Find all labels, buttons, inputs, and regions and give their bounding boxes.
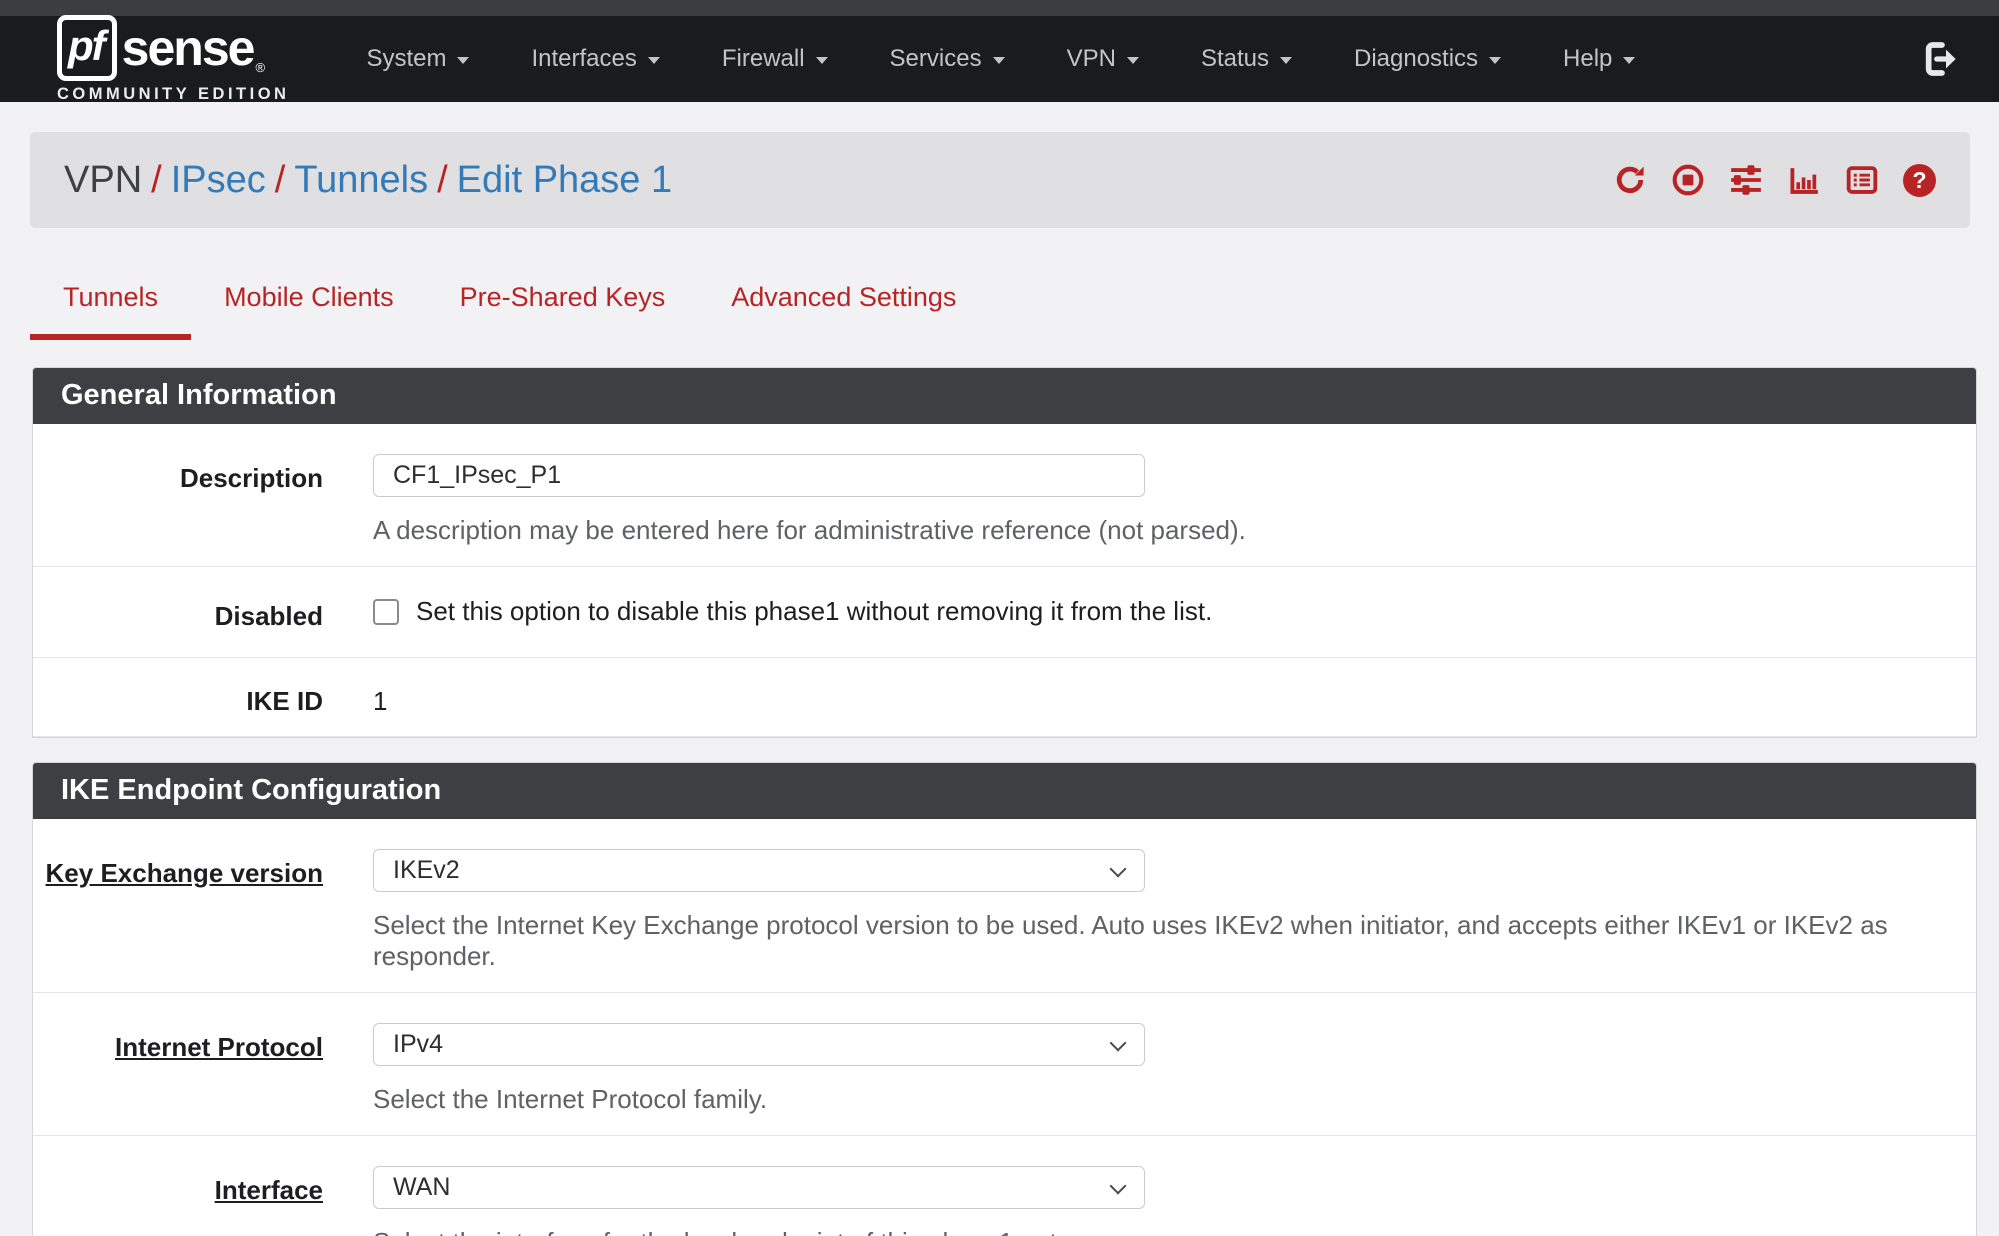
- list-icon[interactable]: [1845, 163, 1879, 197]
- tab-pre-shared-keys[interactable]: Pre-Shared Keys: [427, 272, 699, 340]
- pf-logo-mark: pf: [57, 15, 117, 81]
- section-title: IKE Endpoint Configuration: [33, 763, 1976, 819]
- field-label: Description: [33, 454, 323, 546]
- chevron-down-icon: [1110, 1178, 1127, 1195]
- tab-tunnels[interactable]: Tunnels: [30, 272, 191, 340]
- field-label: Internet Protocol: [33, 1023, 323, 1115]
- field-label: IKE ID: [33, 677, 323, 717]
- field-label: Interface: [33, 1166, 323, 1236]
- nav-item-status[interactable]: Status: [1170, 16, 1323, 102]
- form-row-description: Description A description may be entered…: [33, 424, 1976, 567]
- refresh-icon[interactable]: [1613, 163, 1647, 197]
- breadcrumb-separator: /: [428, 159, 457, 201]
- section-title: General Information: [33, 368, 1976, 424]
- caret-down-icon: [993, 57, 1005, 64]
- field-help: Select the interface for the local endpo…: [373, 1227, 1084, 1236]
- section-ike-endpoint-configuration: IKE Endpoint Configuration Key Exchange …: [32, 762, 1977, 1236]
- breadcrumb-root: VPN: [64, 159, 142, 201]
- checkbox-label: Set this option to disable this phase1 w…: [416, 596, 1212, 627]
- form-row-key-exchange-version: Key Exchange version IKEv2 Select the In…: [33, 819, 1976, 993]
- stop-icon[interactable]: [1671, 163, 1705, 197]
- breadcrumb-separator: /: [142, 159, 171, 201]
- breadcrumb-link-tunnels[interactable]: Tunnels: [294, 159, 428, 201]
- field-label: Disabled: [33, 592, 323, 632]
- tab-advanced-settings[interactable]: Advanced Settings: [698, 272, 989, 340]
- ike-id-value: 1: [373, 677, 1976, 717]
- form-row-interface: Interface WAN Select the interface for t…: [33, 1136, 1976, 1236]
- browser-strip: [0, 0, 1999, 16]
- edition-label: COMMUNITY EDITION: [57, 85, 289, 104]
- caret-down-icon: [1489, 57, 1501, 64]
- field-help: Select the Internet Protocol family.: [373, 1084, 767, 1115]
- sliders-icon[interactable]: [1729, 163, 1763, 197]
- sign-out-icon[interactable]: [1921, 39, 1961, 79]
- help-icon[interactable]: ?: [1903, 164, 1936, 197]
- nav-item-diagnostics[interactable]: Diagnostics: [1323, 16, 1532, 102]
- chevron-down-icon: [1110, 1035, 1127, 1052]
- internet-protocol-select[interactable]: IPv4: [373, 1023, 1145, 1066]
- field-help: Select the Internet Key Exchange protoco…: [373, 910, 1976, 972]
- nav-item-services[interactable]: Services: [859, 16, 1036, 102]
- caret-down-icon: [816, 57, 828, 64]
- page-header-bar: VPN/IPsec/Tunnels/Edit Phase 1: [30, 132, 1970, 228]
- form-row-internet-protocol: Internet Protocol IPv4 Select the Intern…: [33, 993, 1976, 1136]
- form-row-disabled: Disabled Set this option to disable this…: [33, 567, 1976, 658]
- section-general-information: General Information Description A descri…: [32, 367, 1977, 738]
- caret-down-icon: [1280, 57, 1292, 64]
- bar-chart-icon[interactable]: [1787, 163, 1821, 197]
- pfsense-logo[interactable]: pf sense ® COMMUNITY EDITION: [57, 15, 289, 104]
- field-label: Key Exchange version: [33, 849, 323, 972]
- description-input[interactable]: [373, 454, 1145, 497]
- breadcrumb-link-ipsec[interactable]: IPsec: [171, 159, 266, 201]
- nav-item-help[interactable]: Help: [1532, 16, 1666, 102]
- breadcrumb-current-page[interactable]: Edit Phase 1: [457, 159, 672, 201]
- caret-down-icon: [1623, 57, 1635, 64]
- field-help: A description may be entered here for ad…: [373, 515, 1246, 546]
- form-row-ike-id: IKE ID 1: [33, 658, 1976, 737]
- selected-option: IPv4: [393, 1030, 443, 1059]
- chevron-down-icon: [1110, 861, 1127, 878]
- selected-option: WAN: [393, 1173, 450, 1202]
- main-navbar: pf sense ® COMMUNITY EDITION System Inte…: [0, 16, 1999, 102]
- nav-item-firewall[interactable]: Firewall: [691, 16, 859, 102]
- nav-menu: System Interfaces Firewall Services VPN …: [335, 16, 1921, 102]
- caret-down-icon: [1127, 57, 1139, 64]
- sense-logo-text: sense: [122, 19, 254, 77]
- breadcrumb: VPN/IPsec/Tunnels/Edit Phase 1: [64, 159, 672, 202]
- selected-option: IKEv2: [393, 856, 460, 885]
- header-action-icons: ?: [1613, 163, 1936, 197]
- key-exchange-version-select[interactable]: IKEv2: [373, 849, 1145, 892]
- nav-item-system[interactable]: System: [335, 16, 500, 102]
- tab-bar: Tunnels Mobile Clients Pre-Shared Keys A…: [30, 272, 1999, 340]
- caret-down-icon: [648, 57, 660, 64]
- nav-item-interfaces[interactable]: Interfaces: [500, 16, 690, 102]
- nav-item-vpn[interactable]: VPN: [1036, 16, 1170, 102]
- disabled-checkbox[interactable]: [373, 599, 399, 625]
- breadcrumb-separator: /: [266, 159, 295, 201]
- tab-mobile-clients[interactable]: Mobile Clients: [191, 272, 427, 340]
- interface-select[interactable]: WAN: [373, 1166, 1145, 1209]
- registered-mark: ®: [255, 60, 265, 75]
- caret-down-icon: [457, 57, 469, 64]
